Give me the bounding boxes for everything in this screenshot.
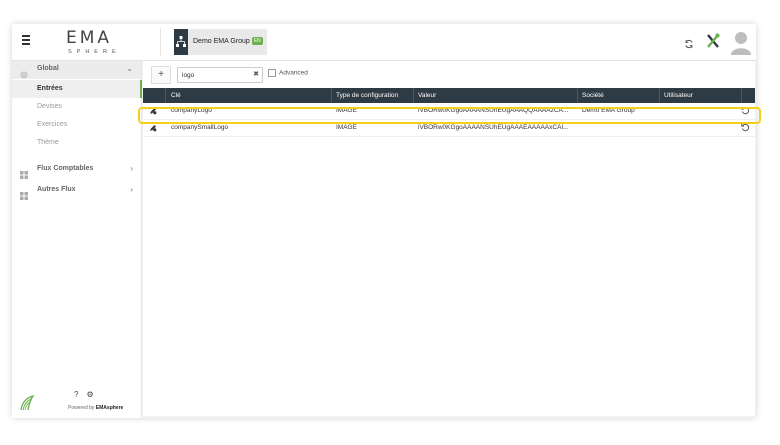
grid-icon [20,187,28,200]
header-divider [160,28,161,56]
sidebar-group-flux-comptables[interactable]: Flux Comptables › [12,161,141,179]
column-divider [165,88,166,103]
settings-icon[interactable]: ⚙ [86,390,93,399]
sidebar-item-label: Exercices [37,121,68,128]
cell-key: companySmallLogo [171,124,229,131]
emasphere-leaf-icon [19,394,35,411]
sidebar-group-label: Global [37,65,59,72]
cell-key: companyLogo [171,107,212,114]
column-header-company[interactable]: Société [582,92,604,99]
clear-search-icon[interactable]: ✖ [253,70,259,78]
entries-table: Clé Type de configuration Valeur Société… [138,88,761,137]
sidebar-item-label: Devises [37,103,62,110]
table-row[interactable]: companySmallLogo IMAGE iVBORw0KGgoAAAANS… [143,120,755,137]
sidebar-item-label: Entrées [37,85,63,92]
cell-company: Demo EMA Group [582,107,635,114]
sidebar-group-label: Flux Comptables [37,165,94,172]
grid-icon [20,166,28,179]
advanced-label: Advanced [279,69,308,77]
logo-text: EMA [66,28,113,48]
powered-brand: EMAsphere [95,405,124,411]
table-header: Clé Type de configuration Valeur Société… [143,88,755,103]
column-header-key[interactable]: Clé [171,92,181,99]
logo-subtext: SPHERE [68,49,121,55]
chevron-down-icon: ⌄ [126,64,133,73]
sidebar-group-global[interactable]: Global ⌄ [12,61,141,79]
cell-value: iVBORw0KGgoAAAANSUhEUgAAAEAAAAAxCAI... [418,124,569,131]
company-selector[interactable]: Demo EMA Group EN [174,29,267,55]
column-divider [331,88,332,103]
column-divider [577,88,578,103]
chevron-right-icon: › [130,164,133,173]
refresh-icon[interactable] [684,36,694,49]
company-name-text: Demo EMA Group [193,37,250,45]
cell-type: IMAGE [336,124,357,131]
revert-icon[interactable] [741,123,750,132]
edit-entry-icon[interactable] [149,124,157,132]
column-divider [741,88,742,103]
powered-by: Powered by EMAsphere [68,405,123,411]
cell-type: IMAGE [336,107,357,114]
sidebar-item-label: Thème [37,139,59,146]
help-icon[interactable]: ? [74,390,78,399]
company-name: Demo EMA Group EN [193,37,263,45]
ema-logo[interactable]: EMA SPHERE [66,30,126,56]
column-header-user[interactable]: Utilisateur [664,92,693,99]
sidebar-item-theme[interactable]: Thème [12,134,141,152]
tools-icon[interactable] [705,32,721,50]
column-header-value[interactable]: Valeur [418,92,436,99]
chevron-right-icon: › [130,185,133,194]
toolbar: + ✖ Advanced [143,61,755,87]
advanced-checkbox[interactable] [268,69,276,77]
revert-icon[interactable] [741,106,750,115]
sidebar-item-entrees[interactable]: Entrées [12,80,142,98]
language-badge: EN [251,37,263,45]
column-divider [413,88,414,103]
user-avatar-icon[interactable] [730,29,752,55]
sidebar-item-exercices[interactable]: Exercices [12,116,141,134]
app-window: EMA SPHERE Demo EMA Group EN Global ⌄ Ent… [12,24,761,418]
table-row[interactable]: companyLogo IMAGE iVBORw0KGgoAAAANSUhEUg… [138,103,761,124]
column-divider [659,88,660,103]
sidebar: Global ⌄ Entrées Devises Exercices Thème… [12,61,142,418]
sidebar-group-autres-flux[interactable]: Autres Flux › [12,182,141,200]
main-panel: + ✖ Advanced Clé Type de configuration V… [138,61,761,416]
add-entry-button[interactable]: + [151,66,171,84]
footer-icons: ? ⚙ [74,390,102,399]
globe-icon [20,66,28,79]
top-header: EMA SPHERE Demo EMA Group EN [12,24,756,61]
org-chart-icon [174,29,188,55]
sidebar-group-label: Autres Flux [37,186,76,193]
sidebar-item-devises[interactable]: Devises [12,98,141,116]
column-header-type[interactable]: Type de configuration [336,92,398,99]
advanced-toggle[interactable]: Advanced [268,69,308,77]
edit-entry-icon[interactable] [149,107,157,115]
search-input[interactable] [182,70,244,80]
search-box: ✖ [177,67,263,83]
cell-value: iVBORw0KGgoAAAANSUhEUgAAAQQAAAAzCA... [418,107,569,114]
powered-prefix: Powered by [68,405,95,411]
hamburger-icon[interactable] [22,35,30,47]
